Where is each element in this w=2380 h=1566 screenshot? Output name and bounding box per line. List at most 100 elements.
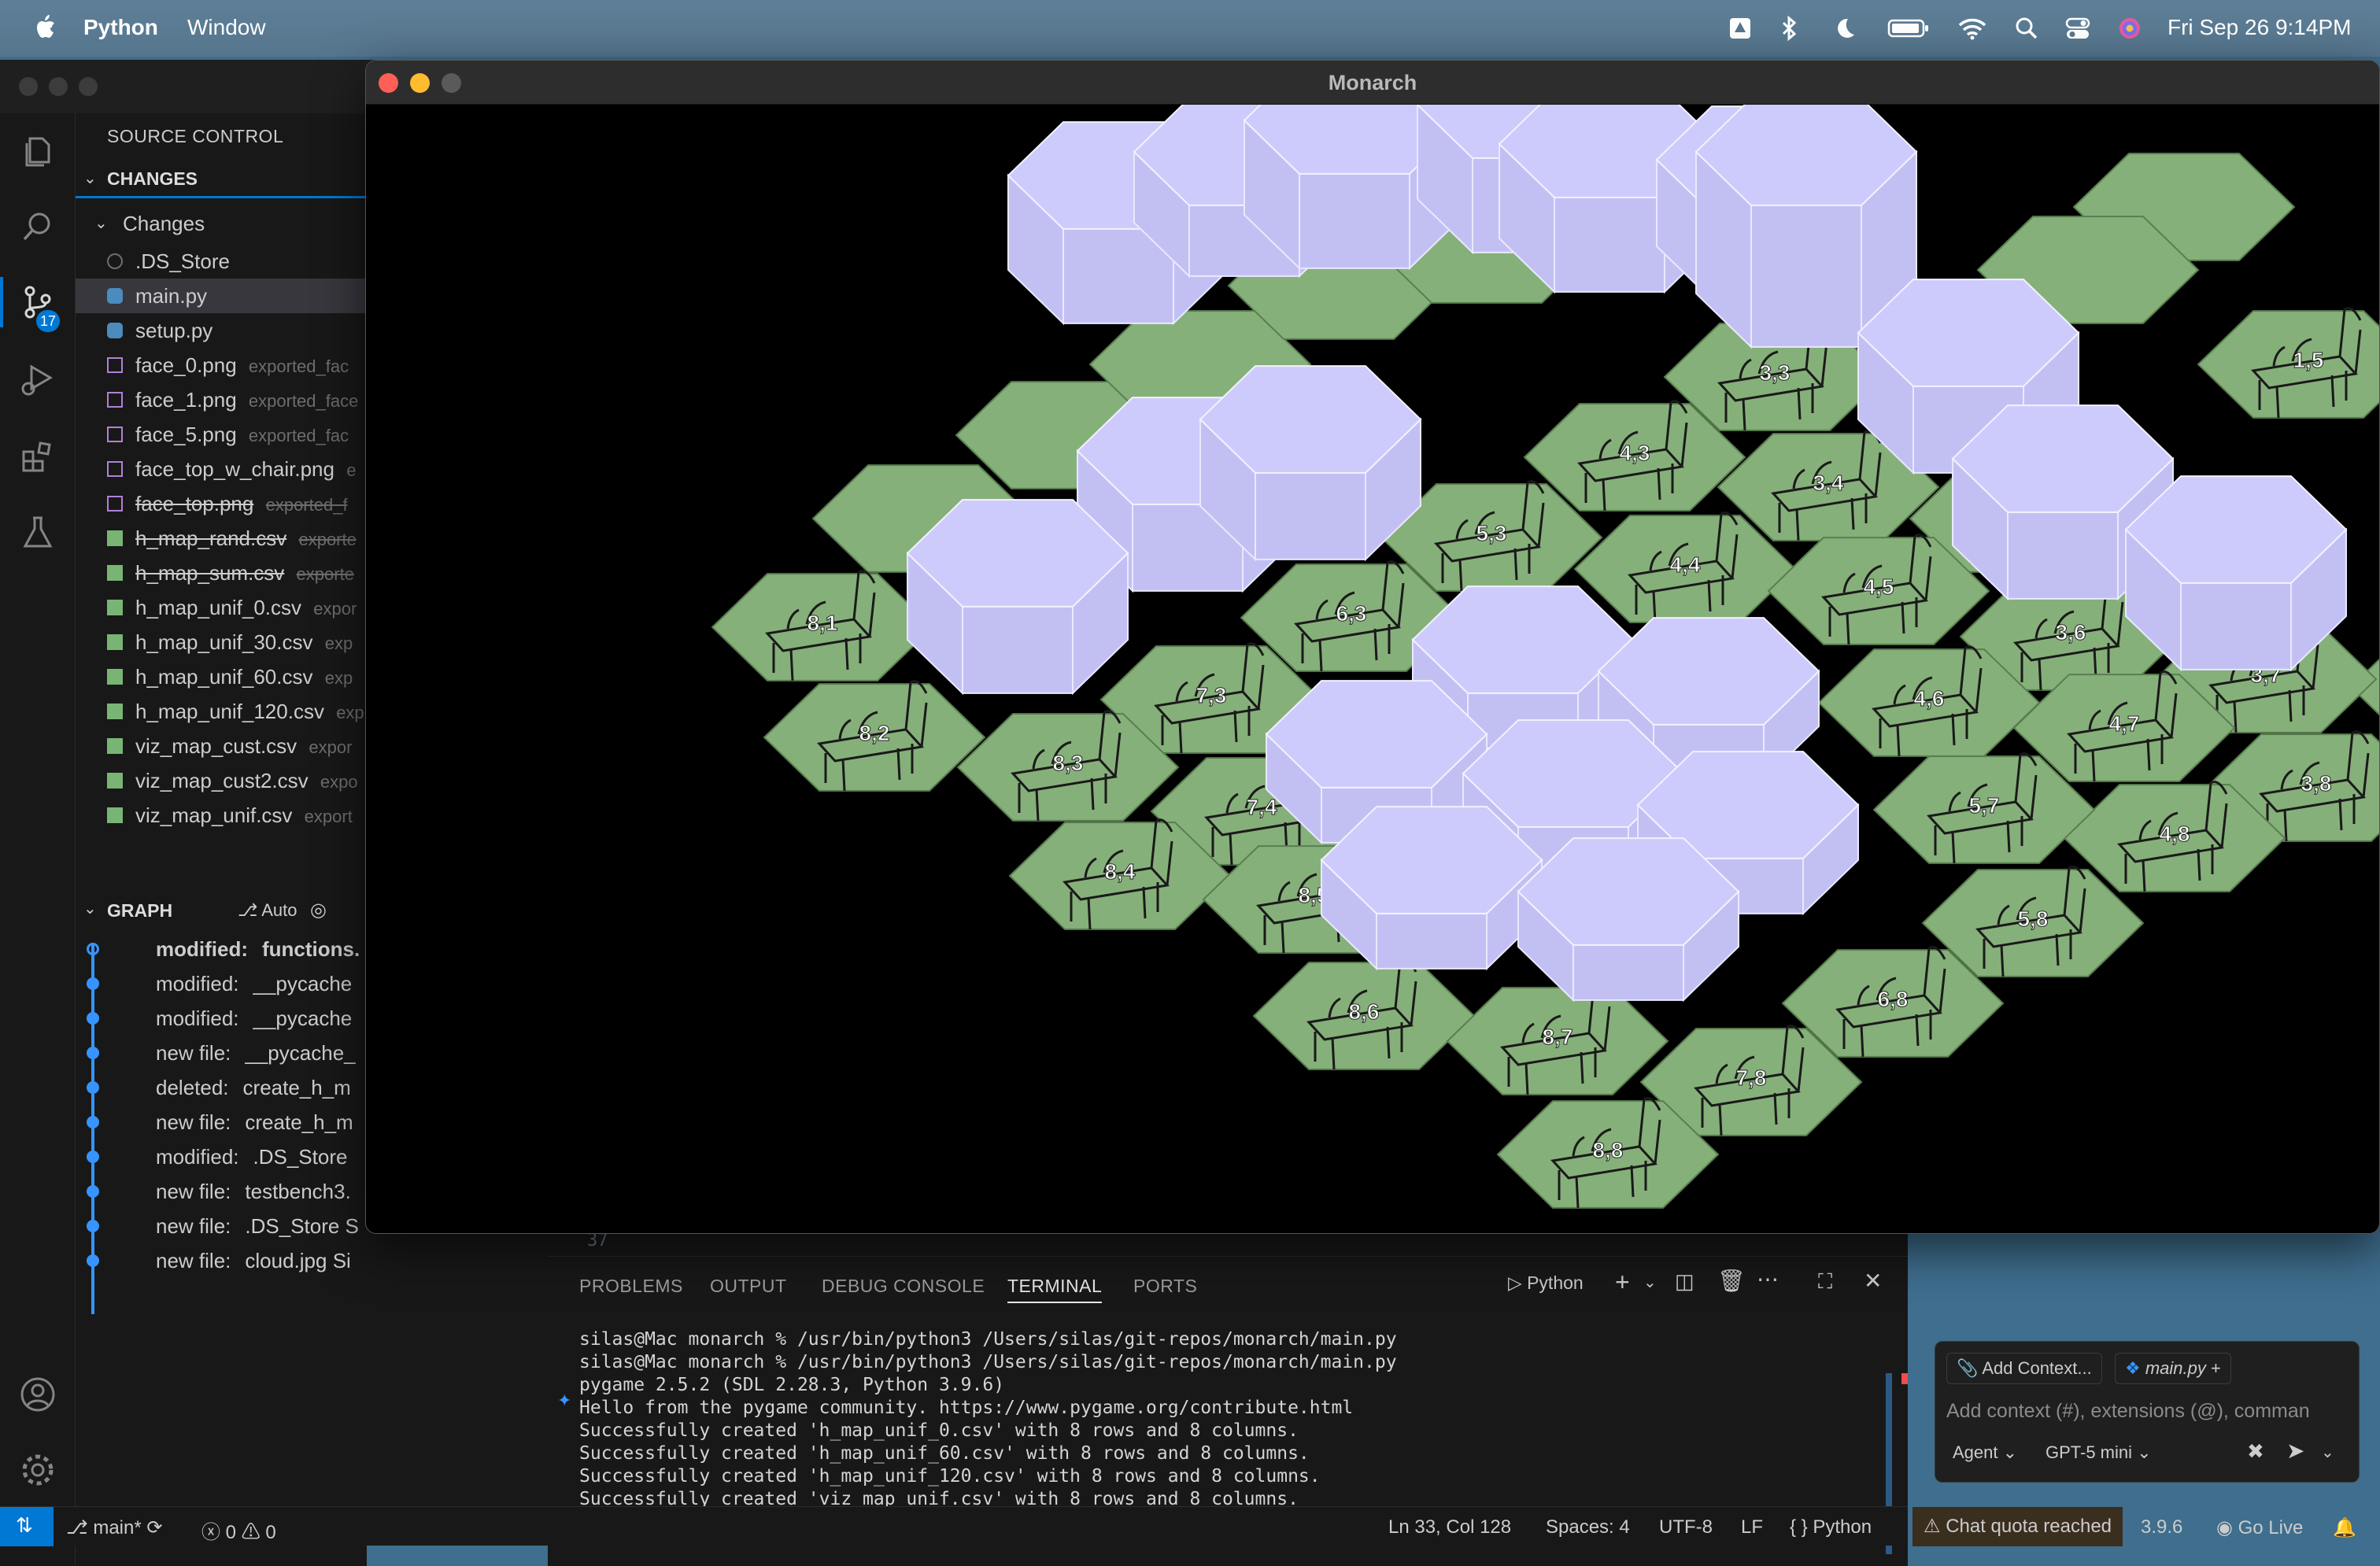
file-path-detail: exp [324, 633, 353, 653]
changed-file-row[interactable]: face_5.png exported_fac [76, 417, 367, 452]
changed-file-row[interactable]: h_map_unif_30.csv exp [76, 625, 367, 659]
spotlight-icon[interactable] [2015, 16, 2038, 41]
graph-section-header[interactable]: ⌄ GRAPH ⎇ Auto ◎ [76, 896, 367, 927]
language-mode[interactable]: { } Python [1790, 1516, 1872, 1538]
accounts-icon[interactable] [17, 1374, 58, 1415]
graph-commit-row[interactable]: modified: __pycache [76, 966, 367, 1001]
terminal-shell-select[interactable]: ▷ Python [1508, 1272, 1584, 1294]
plus-icon[interactable]: + [2211, 1358, 2221, 1378]
apple-icon[interactable] [33, 13, 57, 41]
graph-commit-row[interactable]: modified: __pycache [76, 1001, 367, 1036]
changed-file-row[interactable]: h_map_rand.csv exporte [76, 521, 367, 556]
encoding[interactable]: UTF-8 [1659, 1516, 1713, 1538]
tools-icon[interactable]: ✖ [2247, 1439, 2264, 1464]
changed-file-row[interactable]: viz_map_cust2.csv expo [76, 763, 367, 798]
chevron-down-icon[interactable]: ⌄ [2321, 1442, 2334, 1462]
search-icon[interactable] [17, 206, 58, 247]
focus-moon-icon[interactable] [1832, 16, 1856, 41]
changed-file-row[interactable]: .DS_Store [76, 244, 367, 279]
graph-auto-label[interactable]: ⎇ Auto [238, 900, 298, 921]
tile-coordinate-label: 3,8 [2301, 771, 2332, 796]
changed-file-row[interactable]: viz_map_unif.csv export [76, 798, 367, 833]
changes-group-row[interactable]: ⌄ Changes [76, 206, 367, 241]
panel-tab-problems[interactable]: PROBLEMS [579, 1276, 683, 1297]
csv-file-icon [107, 807, 123, 823]
panel-tab-debug-console[interactable]: DEBUG CONSOLE [822, 1276, 985, 1297]
close-panel-icon[interactable]: ✕ [1864, 1268, 1882, 1294]
explorer-icon[interactable] [17, 131, 58, 172]
panel-tab-ports[interactable]: PORTS [1133, 1276, 1197, 1297]
vscode-zoom-button[interactable] [79, 77, 98, 96]
changed-file-row[interactable]: main.py [76, 279, 367, 313]
chat-input[interactable]: Add context (#), extensions (@), comman [1946, 1394, 2348, 1428]
remote-button[interactable]: ⇅ [0, 1507, 54, 1546]
context-file-chip[interactable]: ❖ main.py + [2115, 1353, 2231, 1384]
graph-commit-row[interactable]: new file: .DS_Store S [76, 1209, 367, 1243]
settings-gear-icon[interactable] [17, 1450, 58, 1490]
problems-indicator[interactable]: ⓧ 0 ⚠ 0 [201, 1516, 276, 1544]
split-terminal-icon[interactable]: ◫ [1675, 1269, 1694, 1294]
vscode-close-button[interactable] [19, 77, 38, 96]
testing-flask-icon[interactable] [17, 512, 58, 552]
more-actions-icon[interactable]: ⋯ [1757, 1266, 1779, 1292]
changed-file-row[interactable]: setup.py [76, 313, 367, 348]
kill-terminal-trash-icon[interactable]: 🗑 [1717, 1268, 1746, 1294]
changed-file-row[interactable]: h_map_unif_60.csv exp [76, 659, 367, 694]
graph-commit-row[interactable]: new file: testbench3. [76, 1174, 367, 1209]
bluetooth-icon[interactable] [1780, 16, 1798, 41]
maximize-panel-icon[interactable]: ⛶ [1818, 1269, 1832, 1295]
wifi-icon[interactable] [1958, 16, 1986, 41]
graph-commit-row[interactable]: modified: .DS_Store [76, 1139, 367, 1174]
run-debug-icon[interactable] [17, 359, 58, 400]
paperclip-icon: 📎 [1957, 1358, 1979, 1378]
graph-commit-row[interactable]: modified: functions. [76, 932, 367, 966]
add-context-button[interactable]: 📎 Add Context... [1946, 1353, 2102, 1384]
graph-commit-row[interactable]: new file: cloud.jpg Si [76, 1243, 367, 1278]
control-center-icon[interactable] [2065, 16, 2090, 41]
changed-file-row[interactable]: face_top_w_chair.png e [76, 452, 367, 486]
send-icon[interactable]: ➤ [2286, 1438, 2304, 1464]
changed-file-row[interactable]: h_map_unif_120.csv exp [76, 694, 367, 729]
vscode-minimize-button[interactable] [49, 77, 68, 96]
changed-file-row[interactable]: face_top.png exported_f [76, 486, 367, 521]
graph-commit-row[interactable]: deleted: create_h_m [76, 1070, 367, 1105]
tile-coordinate-label: 4,3 [1620, 441, 1650, 465]
app-menu-python[interactable]: Python [83, 15, 158, 40]
changed-file-row[interactable]: face_1.png exported_face [76, 382, 367, 417]
cursor-position[interactable]: Ln 33, Col 128 [1388, 1516, 1511, 1538]
battery-icon[interactable] [1887, 16, 1930, 41]
new-terminal-plus-icon[interactable]: + [1615, 1268, 1630, 1297]
panel-tab-terminal[interactable]: TERMINAL [1007, 1276, 1103, 1303]
graph-target-icon[interactable]: ◎ [310, 899, 327, 922]
go-live-button[interactable]: ◉ Go Live [2216, 1516, 2303, 1539]
chat-quota-indicator[interactable]: ⚠ Chat quota reached [1913, 1507, 2123, 1546]
changes-section-header[interactable]: ⌄ CHANGES [76, 162, 367, 198]
file-label: h_map_unif_30.csv exp [135, 625, 353, 661]
graph-commit-row[interactable]: new file: __pycache_ [76, 1036, 367, 1070]
python-version[interactable]: 3.9.6 [2141, 1516, 2182, 1538]
menu-clock[interactable]: Fri Sep 26 9:14PM [2168, 15, 2351, 40]
file-label: h_map_unif_0.csv expor [135, 590, 357, 626]
model-select[interactable]: GPT-5 mini ⌄ [2046, 1442, 2152, 1463]
tile-coordinate-label: 8,4 [1105, 859, 1136, 884]
siri-icon[interactable] [2117, 16, 2142, 41]
changed-file-row[interactable]: viz_map_cust.csv expor [76, 729, 367, 763]
notifications-bell-icon[interactable]: 🔔 [2333, 1516, 2356, 1539]
end-of-line[interactable]: LF [1741, 1516, 1763, 1538]
agent-mode-select[interactable]: Agent ⌄ [1953, 1442, 2017, 1463]
changed-file-row[interactable]: h_map_unif_0.csv expor [76, 590, 367, 625]
hex-board[interactable]: 1,51,71,82,83,33,43,53,63,73,84,34,44,54… [366, 105, 2380, 1234]
indentation[interactable]: Spaces: 4 [1546, 1516, 1630, 1538]
extensions-icon[interactable] [17, 436, 58, 477]
window-menu[interactable]: Window [187, 15, 266, 40]
branch-indicator[interactable]: ⎇ main* ⟳ [66, 1516, 162, 1539]
changed-file-row[interactable]: h_map_sum.csv exporte [76, 556, 367, 590]
panel-tab-output[interactable]: OUTPUT [710, 1276, 787, 1297]
drive-icon[interactable] [1728, 16, 1752, 41]
tile-coordinate-label: 5,8 [2018, 907, 2049, 931]
chevron-down-icon[interactable]: ⌄ [1643, 1272, 1657, 1292]
commit-message: modified: .DS_Store [156, 1139, 347, 1174]
graph-commit-row[interactable]: new file: create_h_m [76, 1105, 367, 1139]
file-name: viz_map_cust2.csv [135, 769, 309, 792]
changed-file-row[interactable]: face_0.png exported_fac [76, 348, 367, 382]
